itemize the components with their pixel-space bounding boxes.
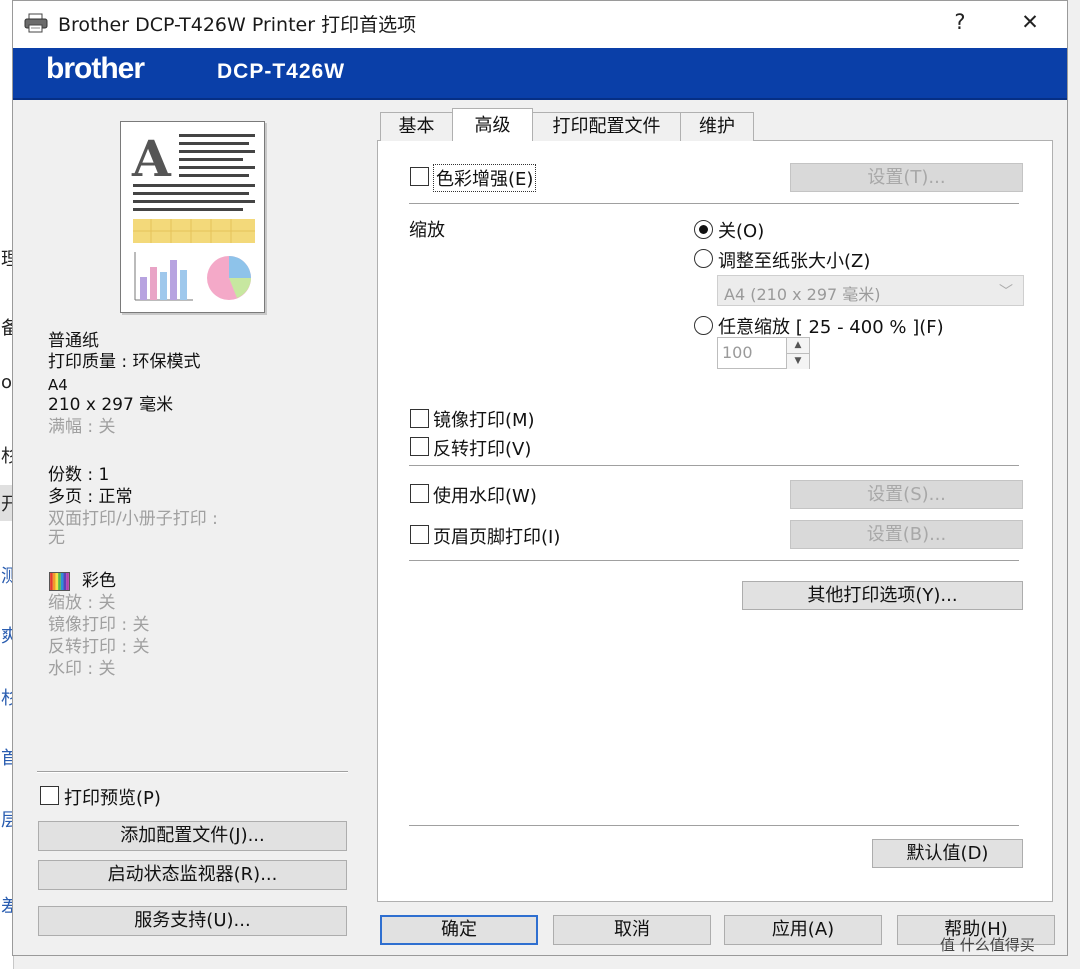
window-title: Brother DCP-T426W Printer 打印首选项 <box>58 14 417 36</box>
divider <box>409 560 1019 562</box>
page-preview-image: A <box>120 121 265 313</box>
fit-paper-size-value: A4 (210 x 297 毫米) <box>724 285 881 304</box>
summary-separator: : <box>121 637 128 657</box>
color-enhance-label: 色彩增强(E) <box>433 164 537 192</box>
summary-borderless: 满幅 : 关 <box>48 416 116 438</box>
site-watermark: 值 什么值得买 <box>940 936 1035 954</box>
watermark-checkbox[interactable] <box>410 484 429 503</box>
watermark-label: 使用水印(W) <box>433 486 537 507</box>
fit-paper-size-select[interactable]: A4 (210 x 297 毫米) ﹀ <box>717 275 1024 306</box>
other-print-options-button[interactable]: 其他打印选项(Y)... <box>742 581 1023 610</box>
ok-button[interactable]: 确定 <box>380 915 538 945</box>
cancel-button[interactable]: 取消 <box>553 915 711 945</box>
scale-percent-value: 100 <box>722 343 753 362</box>
mirror-print-label: 镜像打印(M) <box>433 410 535 431</box>
summary-mirror-label: 镜像打印 <box>48 615 116 635</box>
tab-print-profiles[interactable]: 打印配置文件 <box>532 112 681 141</box>
summary-quality-label: 打印质量 <box>48 352 116 372</box>
color-enhance-settings-button[interactable]: 设置(T)... <box>790 163 1023 192</box>
spinner-up-icon[interactable]: ▲ <box>786 338 809 353</box>
color-mode-icon <box>49 572 70 591</box>
summary-copies-label: 份数 <box>48 465 82 485</box>
brand-banner <box>13 48 1067 100</box>
scaling-free-label: 任意缩放 [ 25 - 400 % ](F) <box>718 317 944 338</box>
default-values-button[interactable]: 默认值(D) <box>872 839 1023 868</box>
summary-multipage-label: 多页 <box>48 487 82 507</box>
scaling-free-radio[interactable] <box>694 316 713 335</box>
summary-borderless-label: 满幅 <box>48 417 82 437</box>
summary-separator: : <box>87 465 94 485</box>
summary-borderless-value: 关 <box>98 417 116 437</box>
print-preview-label: 打印预览(P) <box>64 788 161 809</box>
help-button[interactable]: ? <box>943 10 977 38</box>
brand-logo: brother <box>46 52 145 85</box>
svg-text:A: A <box>131 129 172 188</box>
summary-separator: : <box>212 509 218 529</box>
close-button[interactable]: ✕ <box>1013 10 1047 38</box>
page-preview-graphic: A <box>131 129 255 301</box>
summary-mirror: 镜像打印 : 关 <box>48 614 150 636</box>
summary-quality: 打印质量 : 环保模式 <box>48 351 201 373</box>
summary-multipage-value: 正常 <box>98 487 133 507</box>
summary-duplex: 双面打印/小册子打印 : <box>48 508 218 530</box>
scaling-label: 缩放 <box>409 220 445 241</box>
summary-color: 彩色 <box>82 571 116 591</box>
scaling-fit-radio[interactable] <box>694 249 713 268</box>
summary-separator: : <box>87 487 94 507</box>
divider <box>409 203 1019 205</box>
summary-scaling: 缩放 : 关 <box>48 592 116 614</box>
summary-separator: : <box>87 593 94 613</box>
summary-copies: 份数 : 1 <box>48 464 109 486</box>
summary-mirror-value: 关 <box>132 615 150 635</box>
tab-maintenance[interactable]: 维护 <box>680 112 754 141</box>
summary-scaling-value: 关 <box>98 593 116 613</box>
summary-duplex-label: 双面打印/小册子打印 <box>48 509 207 529</box>
header-footer-checkbox[interactable] <box>410 525 429 544</box>
status-monitor-button[interactable]: 启动状态监视器(R)... <box>38 860 347 890</box>
radio-selected-dot <box>699 225 708 234</box>
chevron-down-icon: ﹀ <box>999 284 1013 300</box>
summary-copies-value: 1 <box>98 465 110 485</box>
apply-button[interactable]: 应用(A) <box>724 915 882 945</box>
scale-percent-spinner[interactable]: 100 ▲ ▼ <box>717 337 810 369</box>
reverse-print-checkbox[interactable] <box>410 437 429 456</box>
support-button[interactable]: 服务支持(U)... <box>38 906 347 936</box>
watermark-settings-button[interactable]: 设置(S)... <box>790 480 1023 509</box>
summary-reverse-value: 关 <box>132 637 150 657</box>
summary-separator: : <box>87 417 94 437</box>
summary-watermark-value: 关 <box>98 659 116 679</box>
header-footer-settings-button[interactable]: 设置(B)... <box>790 520 1023 549</box>
spinner-down-icon[interactable]: ▼ <box>786 353 809 369</box>
summary-reverse-label: 反转打印 <box>48 637 116 657</box>
printer-model: DCP-T426W <box>217 60 346 83</box>
summary-paper: 普通纸 <box>48 331 99 351</box>
summary-dimensions: 210 x 297 毫米 <box>48 395 174 415</box>
tab-advanced[interactable]: 高级 <box>452 108 533 141</box>
scaling-off-label: 关(O) <box>718 221 765 242</box>
summary-quality-value: 环保模式 <box>132 352 201 372</box>
summary-separator: : <box>121 615 128 635</box>
print-preview-checkbox[interactable] <box>40 786 59 805</box>
summary-watermark-label: 水印 <box>48 659 82 679</box>
summary-separator: : <box>121 352 128 372</box>
tab-basic[interactable]: 基本 <box>380 112 453 141</box>
summary-paper-size: A4 <box>48 376 68 394</box>
summary-duplex-value: 无 <box>48 528 65 548</box>
header-footer-label: 页眉页脚打印(I) <box>433 527 561 548</box>
color-enhance-checkbox[interactable] <box>410 167 429 186</box>
divider <box>37 771 348 773</box>
mirror-print-checkbox[interactable] <box>410 409 429 428</box>
divider <box>409 465 1019 467</box>
summary-reverse: 反转打印 : 关 <box>48 636 150 658</box>
add-profile-button[interactable]: 添加配置文件(J)... <box>38 821 347 851</box>
summary-separator: : <box>87 659 94 679</box>
printer-icon <box>24 13 48 33</box>
scaling-fit-label: 调整至纸张大小(Z) <box>718 251 871 272</box>
scaling-off-radio[interactable] <box>694 220 713 239</box>
divider <box>409 825 1019 827</box>
summary-scaling-label: 缩放 <box>48 593 82 613</box>
summary-watermark: 水印 : 关 <box>48 658 116 680</box>
summary-multipage: 多页 : 正常 <box>48 486 133 508</box>
reverse-print-label: 反转打印(V) <box>433 439 532 460</box>
